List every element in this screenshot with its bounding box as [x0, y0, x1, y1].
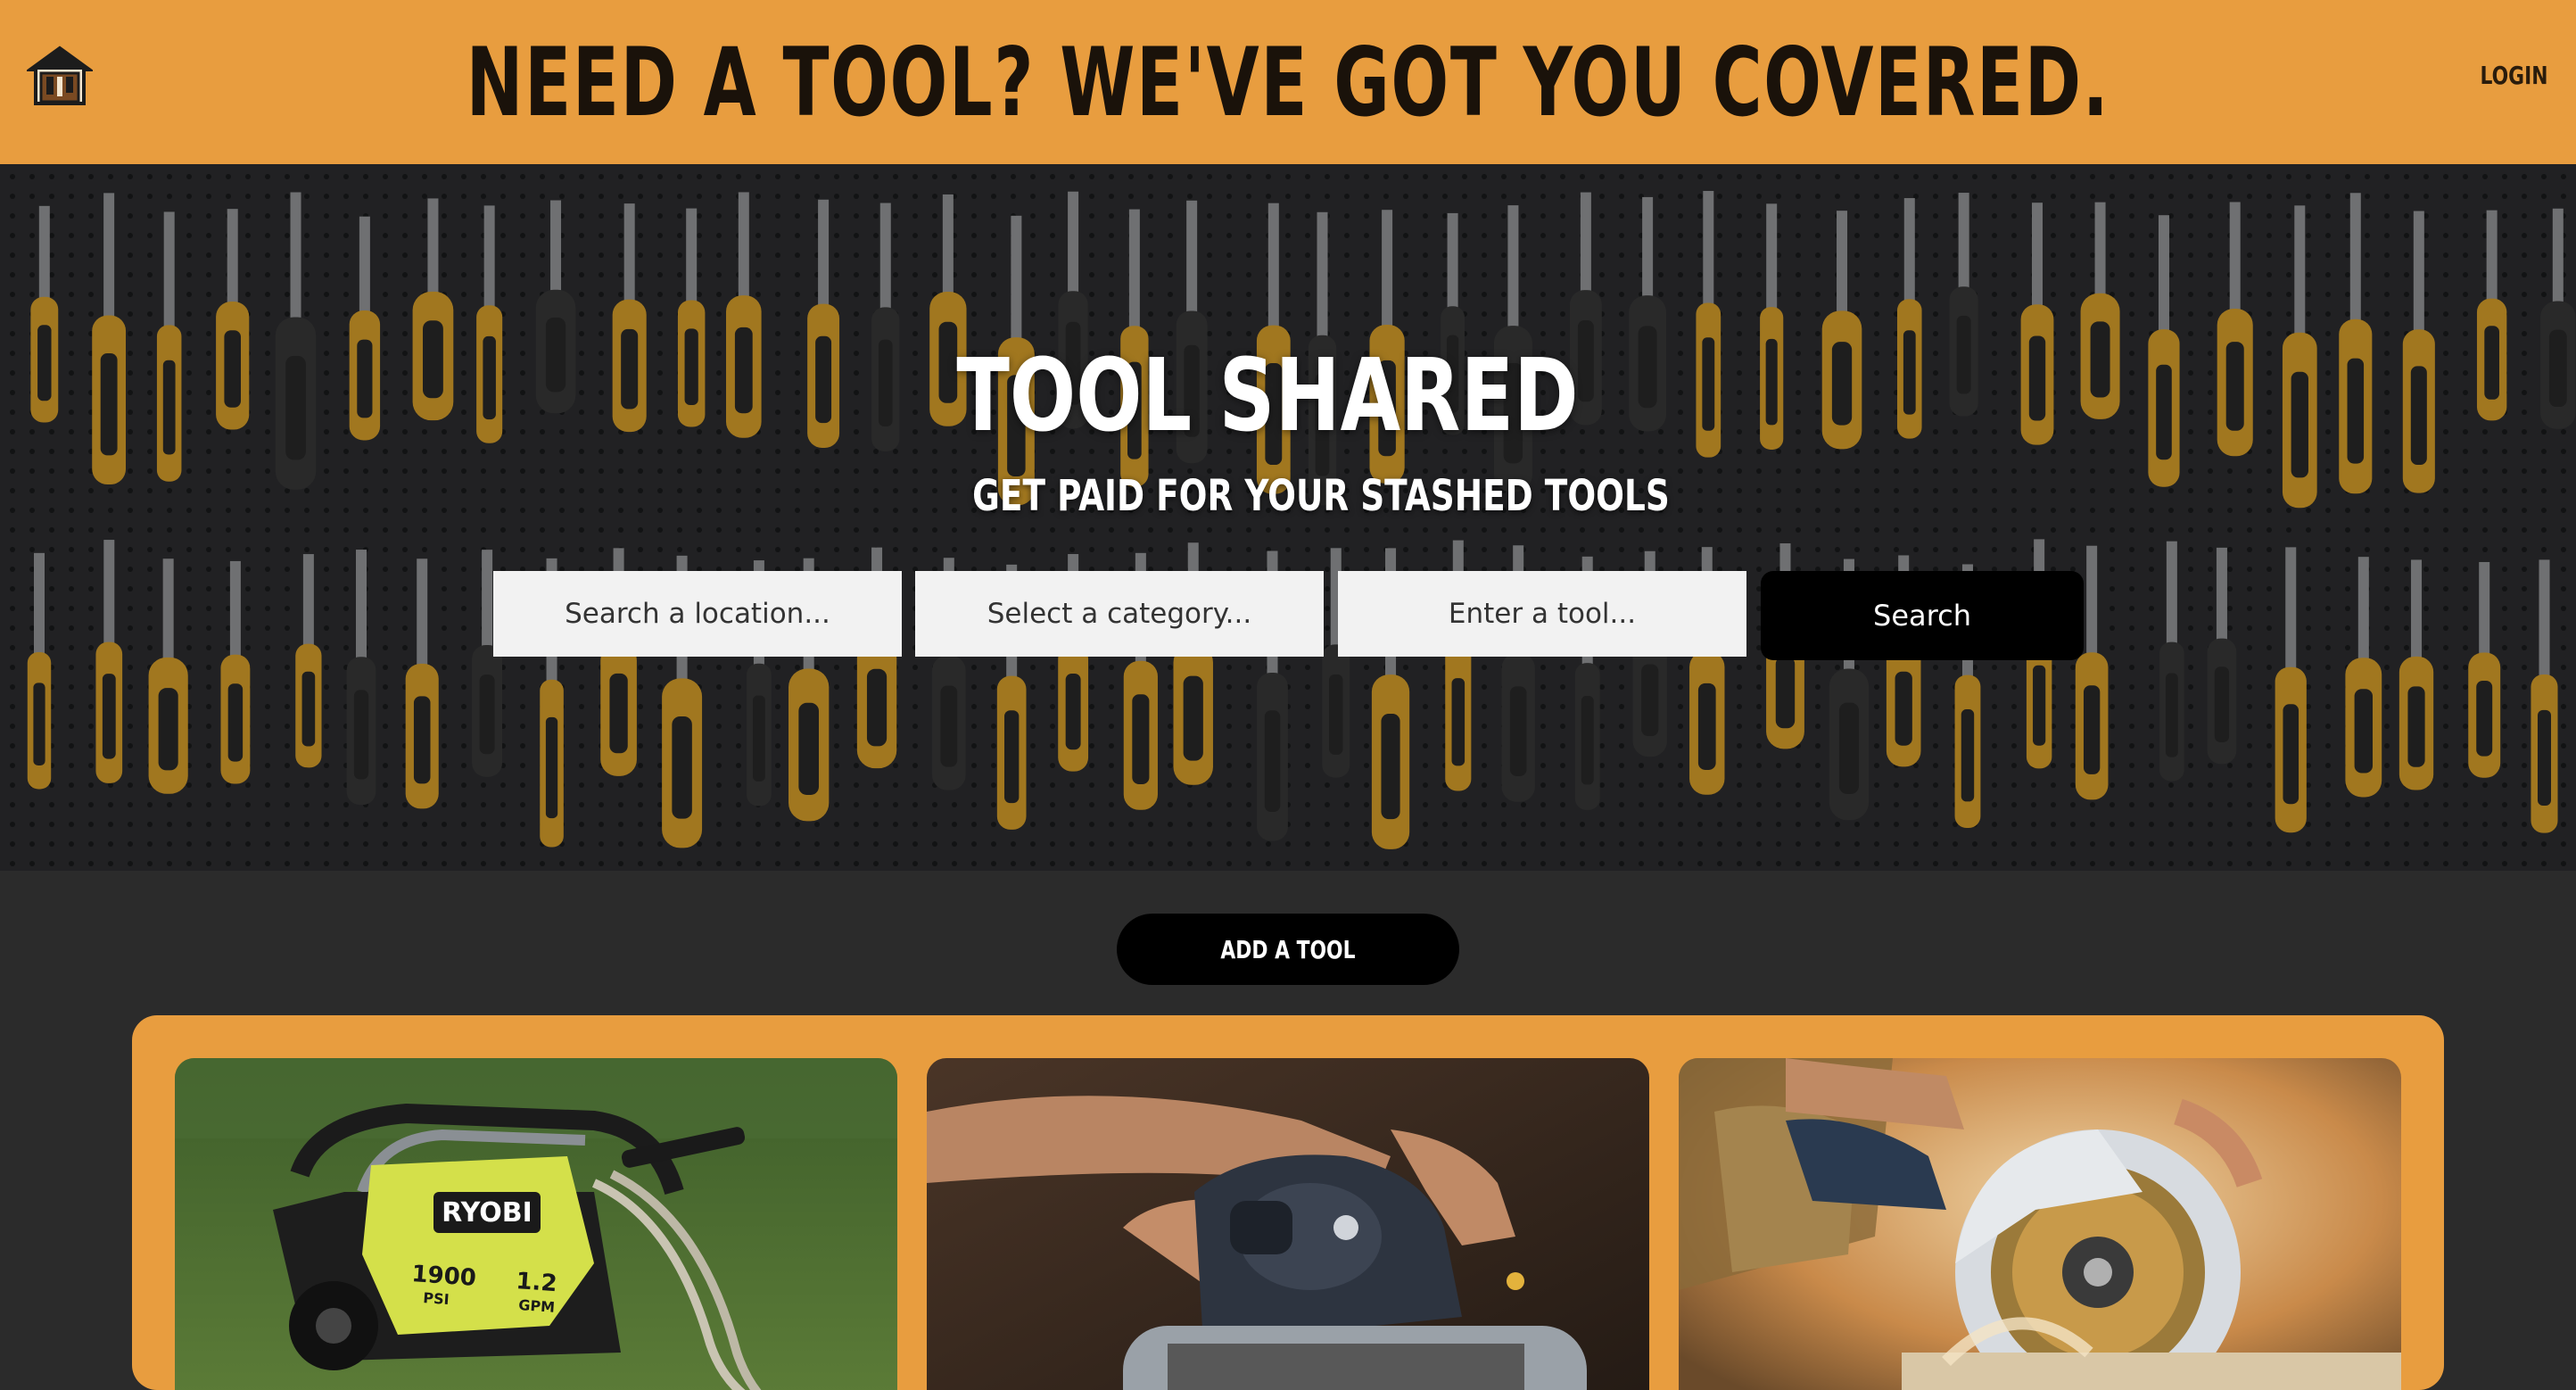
search-button[interactable]: Search [1761, 571, 2084, 660]
psi-unit: PSI [423, 1289, 450, 1308]
hero-banner: TOOL SHARED GET PAID FOR YOUR STASHED TO… [0, 164, 2576, 871]
add-tool-button[interactable]: ADD A TOOL [1117, 914, 1459, 985]
pressure-washer-photo: RYOBI 1900 PSI 1.2 GPM [175, 1058, 897, 1390]
login-link[interactable]: LOGIN [2480, 61, 2547, 90]
category-select[interactable]: Select a category... [915, 571, 1324, 657]
top-bar: NEED A TOOL? WE'VE GOT YOU COVERED. LOGI… [0, 0, 2576, 164]
page-headline: NEED A TOOL? WE'VE GOT YOU COVERED. [466, 27, 2110, 137]
listing-card[interactable] [927, 1058, 1649, 1390]
gpm-value: 1.2 [516, 1268, 558, 1297]
tool-search-input[interactable]: Enter a tool... [1338, 571, 1746, 657]
listing-card[interactable] [1679, 1058, 2401, 1390]
circular-saw-photo [1679, 1058, 2401, 1390]
belt-sander-photo [927, 1058, 1649, 1390]
add-tool-label: ADD A TOOL [1220, 934, 1356, 964]
tool-shed-icon[interactable] [27, 45, 93, 109]
psi-value: 1900 [411, 1261, 477, 1292]
gpm-unit: GPM [518, 1296, 556, 1316]
tool-listings-panel: RYOBI 1900 PSI 1.2 GPM [132, 1015, 2444, 1390]
location-search-input[interactable]: Search a location... [493, 571, 902, 657]
hero-title: TOOL SHARED [956, 338, 1579, 454]
hero-subtitle: GET PAID FOR YOUR STASHED TOOLS [972, 471, 1670, 521]
brand-label: RYOBI [442, 1197, 533, 1229]
listing-card[interactable]: RYOBI 1900 PSI 1.2 GPM [175, 1058, 897, 1390]
